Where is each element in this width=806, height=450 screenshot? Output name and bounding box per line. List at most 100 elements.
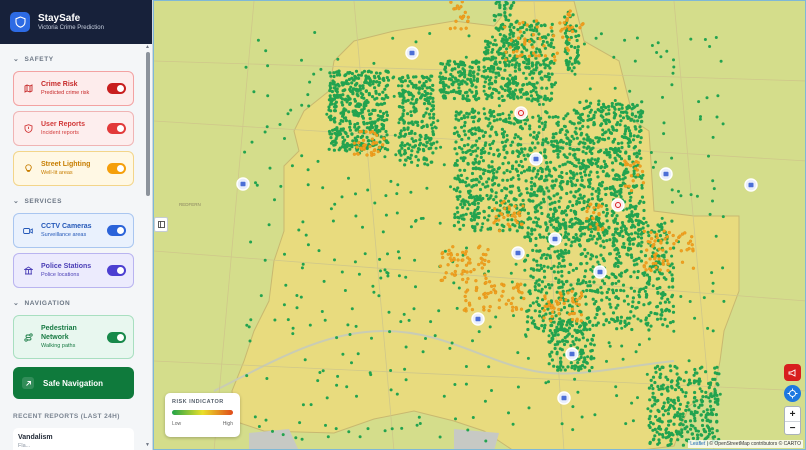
leaflet-link[interactable]: Leaflet <box>690 441 705 447</box>
user-reports-toggle[interactable] <box>107 123 126 134</box>
section-navigation[interactable]: ⌄ NAVIGATION <box>0 296 152 310</box>
pedestrian-point <box>377 294 381 298</box>
pedestrian-point <box>554 178 558 182</box>
police-station-marker[interactable] <box>405 46 419 60</box>
pedestrian-point <box>665 388 670 392</box>
police-station-marker[interactable] <box>236 177 250 191</box>
report-incident-button[interactable] <box>784 364 801 381</box>
police-station-marker[interactable] <box>744 178 758 192</box>
layer-crime-risk[interactable]: Crime Risk Predicted crime risk <box>13 71 134 106</box>
layer-cctv[interactable]: CCTV Cameras Surveillance areas <box>13 213 134 248</box>
pedestrian-point <box>653 311 657 316</box>
police-station-marker[interactable] <box>557 391 571 405</box>
zoom-out-button[interactable]: − <box>785 421 800 435</box>
pedestrian-point <box>518 193 522 197</box>
police-station-marker[interactable] <box>548 232 562 246</box>
pedestrian-point <box>490 65 494 69</box>
police-station-marker[interactable] <box>593 265 607 279</box>
pedestrian-point <box>578 121 582 125</box>
pedestrian-point <box>615 214 619 218</box>
pedestrian-point <box>604 112 608 116</box>
pedestrian-point <box>422 102 427 106</box>
pedestrian-point <box>693 390 697 395</box>
cctv-toggle[interactable] <box>107 225 126 236</box>
pedestrian-point <box>422 113 426 117</box>
pedestrian-point <box>466 115 470 119</box>
pedestrian-point <box>599 110 603 114</box>
pedestrian-point <box>539 206 543 210</box>
pedestrian-point <box>709 392 713 396</box>
map-view[interactable]: REDFERN <box>153 0 806 450</box>
pedestrian-point <box>648 414 652 418</box>
pedestrian-point <box>471 107 475 111</box>
pedestrian-point <box>414 120 419 124</box>
pedestrian-point <box>557 174 561 178</box>
layer-police[interactable]: Police Stations Police locations <box>13 253 134 288</box>
pedestrian-point <box>364 80 368 84</box>
pedestrian-point <box>476 72 480 76</box>
pedestrian-point <box>571 268 575 272</box>
locate-me-button[interactable] <box>784 385 801 402</box>
pedestrian-point <box>587 173 591 177</box>
pedestrian-point <box>475 194 479 198</box>
pedestrian-point <box>414 219 417 223</box>
pedestrian-point <box>367 109 371 113</box>
pedestrian-point <box>476 119 480 123</box>
pedestrian-point <box>632 263 637 267</box>
police-station-marker[interactable] <box>659 167 673 181</box>
pedestrian-point <box>559 249 563 253</box>
pedestrian-point <box>385 76 389 80</box>
pedestrian-point <box>414 155 418 159</box>
police-toggle[interactable] <box>107 265 126 276</box>
sidebar-toggle-button[interactable] <box>154 217 168 232</box>
pedestrian-point <box>530 176 534 180</box>
pedestrian-point <box>470 84 474 88</box>
section-services[interactable]: ⌄ SERVICES <box>0 194 152 208</box>
safe-navigation-button[interactable]: Safe Navigation <box>13 367 134 399</box>
pedestrian-point <box>664 375 668 379</box>
pedestrian-point <box>254 181 257 185</box>
pedestrian-point <box>605 219 609 223</box>
pedestrian-point <box>547 43 551 47</box>
layer-street-lighting[interactable]: Street Lighting Well-lit areas <box>13 151 134 186</box>
pedestrian-toggle[interactable] <box>107 331 126 343</box>
user-report-marker[interactable] <box>611 198 625 212</box>
police-station-marker[interactable] <box>565 347 579 361</box>
section-safety[interactable]: ⌄ SAFETY <box>0 52 152 66</box>
crime-risk-toggle[interactable] <box>107 83 126 94</box>
street-light-point <box>466 19 470 23</box>
pedestrian-point <box>501 22 505 26</box>
user-report-marker[interactable] <box>514 106 528 120</box>
pedestrian-point <box>452 187 456 191</box>
pedestrian-point <box>562 117 566 121</box>
pedestrian-point <box>648 398 652 402</box>
pedestrian-point <box>265 377 269 380</box>
layer-pedestrian[interactable]: Pedestrian Network Walking paths <box>13 315 134 359</box>
report-item[interactable]: Vandalism Fla... <box>13 428 134 450</box>
pedestrian-point <box>677 189 680 193</box>
pedestrian-point <box>590 197 594 201</box>
pedestrian-point <box>463 91 468 95</box>
pedestrian-point <box>406 126 410 130</box>
pedestrian-point <box>477 111 481 115</box>
pedestrian-point <box>552 83 556 87</box>
pedestrian-point <box>679 295 683 298</box>
pedestrian-point <box>639 259 644 263</box>
sidebar-scrollbar[interactable] <box>146 52 150 196</box>
pedestrian-point <box>494 201 499 205</box>
layer-user-reports[interactable]: User Reports Incident reports <box>13 111 134 146</box>
pedestrian-point <box>589 108 593 112</box>
scroll-down-icon[interactable]: ▼ <box>145 442 150 448</box>
street-light-point <box>551 34 556 38</box>
pedestrian-point <box>441 82 445 85</box>
pedestrian-point <box>469 218 473 222</box>
police-station-marker[interactable] <box>511 246 525 260</box>
police-station-marker[interactable] <box>529 152 543 166</box>
police-station-marker[interactable] <box>471 312 485 326</box>
pedestrian-point <box>550 72 554 76</box>
street-lighting-toggle[interactable] <box>107 163 126 174</box>
zoom-in-button[interactable]: + <box>785 407 800 421</box>
pedestrian-point <box>695 194 699 198</box>
street-light-point <box>487 308 491 313</box>
scroll-up-icon[interactable]: ▲ <box>145 44 150 50</box>
